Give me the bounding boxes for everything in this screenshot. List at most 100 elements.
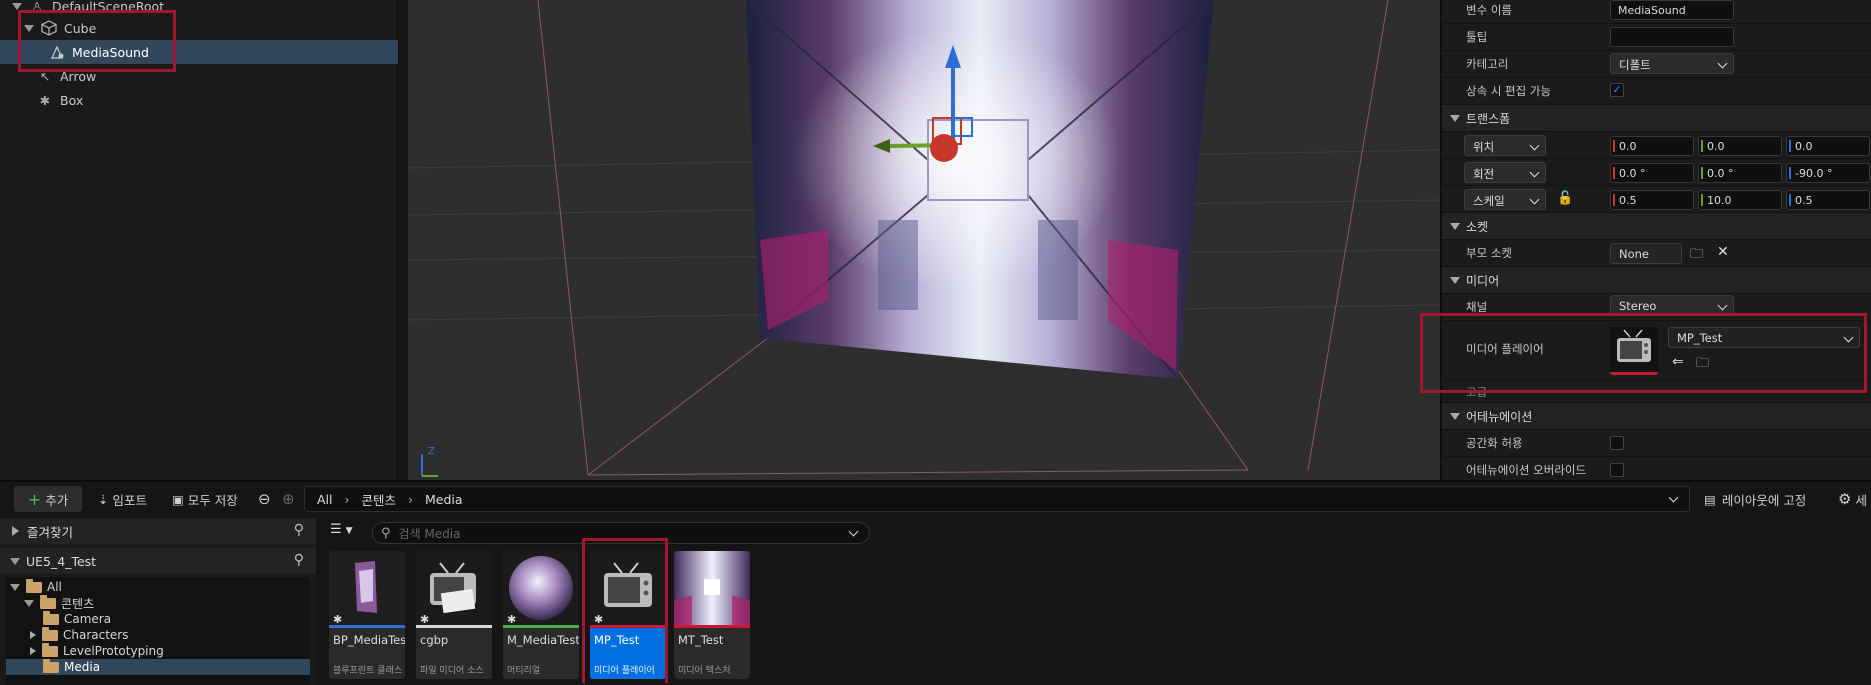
level-viewport[interactable]: Z: [408, 0, 1440, 480]
folder-icon: [26, 578, 42, 593]
rotation-y-input[interactable]: 0.0 °: [1698, 163, 1782, 183]
category-dropdown[interactable]: 디폴트: [1610, 53, 1734, 74]
collapse-arrow-icon: [10, 557, 20, 565]
chevron-right-icon: ›: [344, 491, 350, 507]
tree-item-box[interactable]: ✱ Box: [0, 88, 398, 112]
variable-name-label: 변수 이름: [1466, 3, 1512, 17]
row-variable-name: 변수 이름 MediaSound: [1442, 0, 1871, 24]
rotation-mode-dropdown[interactable]: 회전: [1464, 162, 1546, 183]
search-icon[interactable]: ⚲: [294, 522, 304, 538]
section-title: 어테뉴에이션: [1466, 409, 1533, 424]
expand-arrow-icon: [30, 631, 36, 639]
add-button[interactable]: + 추가: [14, 486, 82, 512]
folder-camera[interactable]: Camera: [43, 610, 359, 627]
asset-tile-bp-mediatest[interactable]: ✱ BP_MediaTest 블루프린트 클래스: [329, 551, 405, 679]
search-icon[interactable]: ⚲: [294, 552, 304, 568]
section-attenuation[interactable]: 어테뉴에이션: [1442, 403, 1871, 430]
editable-label: 상속 시 편집 가능: [1466, 84, 1552, 98]
add-label: 추가: [45, 492, 69, 508]
location-x-input[interactable]: 0.0: [1610, 136, 1694, 156]
location-y-input[interactable]: 0.0: [1698, 136, 1782, 156]
row-spatialize: 공간화 허용: [1442, 430, 1871, 457]
folder-content[interactable]: 콘텐츠: [24, 594, 340, 611]
asset-type-bar: [674, 625, 750, 628]
forward-button[interactable]: ⊕: [282, 486, 295, 512]
spatialize-label: 공간화 허용: [1466, 436, 1523, 450]
filter-button[interactable]: ☰ ▼: [330, 522, 353, 537]
asset-tile-m-mediatest[interactable]: ✱ M_MediaTest 머티리얼: [503, 551, 579, 679]
editable-checkbox[interactable]: ✓: [1610, 83, 1624, 97]
browse-folder-icon[interactable]: 🗀: [1690, 245, 1703, 267]
scale-label: 스케일: [1473, 194, 1505, 208]
folder-icon: [43, 658, 59, 673]
collapse-arrow-icon: [1450, 222, 1460, 230]
folder-label: Camera: [64, 612, 112, 626]
section-transform[interactable]: 트랜스폼: [1442, 105, 1871, 132]
project-header[interactable]: UE5_4_Test ⚲: [0, 548, 316, 574]
chevron-down-icon[interactable]: [848, 526, 859, 537]
filter-icon: ☰: [330, 522, 342, 537]
folder-tree: All 콘텐츠 Camera Characters LevelPrototypi…: [6, 577, 310, 685]
folder-label: Characters: [63, 628, 129, 642]
folder-media[interactable]: Media: [6, 658, 310, 675]
scale-y-input[interactable]: 10.0: [1698, 190, 1782, 210]
asset-star-icon: ✱: [420, 613, 430, 626]
outliner-panel: ♙ DefaultSceneRoot Cube MediaSound ↖ Arr…: [0, 0, 398, 480]
breadcrumb-item[interactable]: All: [317, 492, 333, 507]
chevron-down-icon: [1529, 140, 1540, 151]
collapse-arrow-icon: [1450, 114, 1460, 122]
asset-tile-mt-test[interactable]: MT_Test 미디어 텍스처: [674, 551, 750, 679]
layout-icon: ▤: [1704, 491, 1716, 507]
scale-x-input[interactable]: 0.5: [1610, 190, 1694, 210]
tooltip-input[interactable]: [1610, 27, 1734, 47]
location-z-input[interactable]: 0.0: [1786, 136, 1870, 156]
spatialize-checkbox[interactable]: [1610, 436, 1624, 450]
back-button[interactable]: ⊖: [258, 486, 271, 512]
collapse-arrow-icon: [10, 583, 20, 591]
box-collision-icon: ✱: [39, 92, 51, 108]
folder-label: All: [47, 580, 62, 594]
gear-icon: ⚙: [1838, 490, 1852, 508]
favorites-header[interactable]: 즐겨찾기 ⚲: [0, 518, 316, 544]
breadcrumb-item[interactable]: 콘텐츠: [362, 490, 397, 509]
collapse-arrow-icon[interactable]: [12, 2, 22, 10]
save-all-button[interactable]: ▣ 모두 저장: [172, 486, 238, 512]
parent-socket-value[interactable]: None: [1610, 243, 1682, 264]
folder-characters[interactable]: Characters: [30, 626, 346, 643]
section-socket[interactable]: 소켓: [1442, 213, 1871, 240]
section-title: 트랜스폼: [1466, 111, 1511, 126]
chevron-down-icon: [1717, 300, 1728, 311]
chevron-down-icon: ▼: [345, 526, 353, 536]
location-mode-dropdown[interactable]: 위치: [1464, 135, 1546, 156]
rotation-z-input[interactable]: -90.0 °: [1786, 163, 1870, 183]
project-label: UE5_4_Test: [26, 553, 97, 569]
viewport-scene: [408, 0, 1440, 476]
chevron-down-icon: [1717, 58, 1728, 69]
section-media[interactable]: 미디어: [1442, 267, 1871, 294]
blueprint-icon: ✱: [333, 613, 343, 626]
import-button[interactable]: ⇣ 임포트: [98, 486, 147, 512]
settings-button[interactable]: ⚙ 세: [1838, 486, 1867, 512]
chevron-down-icon[interactable]: [1668, 492, 1679, 503]
folder-all[interactable]: All: [10, 578, 326, 595]
breadcrumb-item[interactable]: Media: [425, 492, 463, 507]
row-tooltip: 툴팁: [1442, 24, 1871, 51]
scale-z-input[interactable]: 0.5: [1786, 190, 1870, 210]
scale-mode-dropdown[interactable]: 스케일: [1464, 189, 1546, 210]
folder-levelprototyping[interactable]: LevelPrototyping: [30, 642, 346, 659]
variable-name-input[interactable]: MediaSound: [1610, 0, 1734, 20]
dock-in-layout-button[interactable]: ▤ 레이아웃에 고정: [1704, 486, 1806, 512]
details-panel: 변수 이름 MediaSound 툴팁 카테고리 디폴트 상속 시 편집 가능 …: [1440, 0, 1871, 484]
breadcrumb: All › 콘텐츠 › Media: [304, 486, 1690, 512]
collapse-arrow-icon: [24, 599, 34, 607]
search-icon: ⚲: [381, 525, 391, 541]
expand-arrow-icon: [12, 526, 19, 536]
save-all-label: 모두 저장: [187, 492, 238, 508]
lock-icon[interactable]: 🔓: [1557, 191, 1573, 206]
clear-icon[interactable]: ✕: [1717, 244, 1729, 260]
asset-tile-cgbp[interactable]: ✱ cgbp 파일 미디어 소스: [416, 551, 492, 679]
save-icon: ▣: [172, 491, 184, 507]
rotation-x-input[interactable]: 0.0 °: [1610, 163, 1694, 183]
settings-label: 세: [1855, 492, 1867, 508]
attenuation-override-checkbox[interactable]: [1610, 463, 1624, 477]
